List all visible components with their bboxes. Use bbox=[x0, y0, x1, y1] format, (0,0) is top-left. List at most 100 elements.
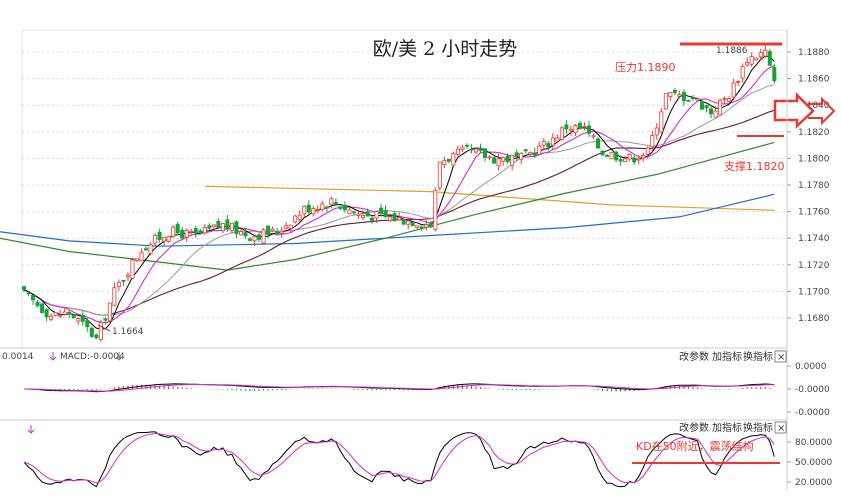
candle-body bbox=[469, 148, 474, 151]
macd-switch-indicator-button[interactable]: 换指标 bbox=[743, 350, 773, 363]
price-tick-label: 1.1680 bbox=[798, 314, 830, 324]
candle-body bbox=[266, 225, 271, 235]
candle-body bbox=[672, 89, 677, 94]
candle-body bbox=[541, 141, 546, 146]
candle-body bbox=[49, 315, 54, 320]
candle-body bbox=[234, 221, 239, 234]
candle-body bbox=[103, 318, 108, 321]
kd-note: KD在50附近，震荡结构 bbox=[636, 439, 754, 453]
candle-body bbox=[632, 157, 637, 163]
candle-body bbox=[713, 110, 718, 118]
kd-tick-label: 50.0000 bbox=[795, 458, 832, 468]
candle-body bbox=[220, 223, 225, 232]
candle-body bbox=[356, 213, 361, 216]
candle-body bbox=[537, 145, 542, 155]
candle-body bbox=[293, 215, 298, 223]
kd-down-arrow-icon bbox=[27, 425, 35, 434]
candle-body bbox=[351, 211, 356, 214]
price-tick-label: 1.1860 bbox=[798, 75, 830, 85]
candle-body bbox=[89, 327, 94, 337]
candle-body bbox=[600, 150, 605, 156]
candle-body bbox=[125, 274, 130, 278]
candle-body bbox=[749, 56, 754, 65]
ma5-line bbox=[23, 55, 775, 330]
candle-body bbox=[157, 231, 162, 240]
candle-body bbox=[767, 51, 772, 66]
macd-tick-label: -0.0000 bbox=[795, 408, 830, 418]
candle-body bbox=[442, 160, 447, 166]
candle-body bbox=[311, 208, 316, 215]
candle-body bbox=[505, 155, 510, 163]
candle-body bbox=[754, 57, 759, 61]
support-label: 支撑1.1820 bbox=[724, 159, 785, 173]
candle-body bbox=[180, 229, 185, 239]
macd-down-arrow-icon bbox=[49, 352, 57, 361]
candle-body bbox=[446, 158, 451, 162]
price-panel: 欧/美 2 小时走势 1.18801.18601.18401.18201.180… bbox=[0, 29, 836, 349]
candle-body bbox=[501, 157, 506, 162]
candle-body bbox=[53, 312, 58, 316]
macd-tick-label: 0.0000 bbox=[795, 362, 827, 372]
candle-body bbox=[324, 206, 329, 209]
macd-tick-label: -0.0000 bbox=[795, 385, 830, 395]
candle-body bbox=[731, 82, 736, 98]
kd-add-indicator-button[interactable]: 加指标 bbox=[712, 421, 742, 434]
candle-body bbox=[690, 97, 695, 100]
candle-body bbox=[347, 209, 352, 215]
candle-body bbox=[388, 216, 393, 221]
candle-body bbox=[433, 190, 438, 230]
candle-body bbox=[189, 230, 194, 233]
eurusd-chart: 欧/美 2 小时走势 1.18801.18601.18401.18201.180… bbox=[0, 29, 836, 490]
candle-body bbox=[26, 292, 31, 295]
candle-body bbox=[320, 203, 325, 211]
candle-body bbox=[225, 219, 230, 230]
candle-body bbox=[510, 154, 515, 166]
candle-body bbox=[568, 129, 573, 132]
candle-body bbox=[550, 137, 555, 146]
red-arrow-icon bbox=[773, 91, 815, 129]
candle-body bbox=[591, 135, 596, 138]
candle-body bbox=[315, 209, 320, 211]
candle-body bbox=[514, 152, 519, 157]
candle-body bbox=[71, 314, 76, 319]
candle-body bbox=[564, 124, 569, 130]
candle-body bbox=[333, 202, 338, 205]
candle-body bbox=[243, 232, 248, 237]
macd-change-params-button[interactable]: 改参数 bbox=[679, 350, 709, 363]
macd-y-axis: 0.0000 -0.0000 -0.0000 bbox=[787, 362, 830, 418]
price-tick-label: 1.1720 bbox=[798, 261, 830, 271]
kd-y-axis: 80.0000 50.0000 20.0000 bbox=[787, 438, 832, 488]
candle-body bbox=[329, 198, 334, 205]
candle-body bbox=[415, 225, 420, 228]
candle-body bbox=[58, 314, 63, 317]
candle-body bbox=[365, 211, 370, 217]
candle-body bbox=[211, 224, 216, 228]
kd-change-params-button[interactable]: 改参数 bbox=[679, 421, 709, 434]
macd-add-indicator-button[interactable]: 加指标 bbox=[712, 350, 742, 363]
candle-body bbox=[424, 224, 429, 228]
candle-body bbox=[21, 286, 26, 291]
candle-body bbox=[677, 94, 682, 97]
macd-header-macd: MACD:-0.0004 bbox=[60, 352, 125, 362]
candle-body bbox=[704, 105, 709, 109]
candle-body bbox=[654, 127, 659, 136]
kd-tick-label: 20.0000 bbox=[795, 478, 832, 488]
candle-body bbox=[379, 207, 384, 214]
candle-body bbox=[112, 287, 117, 306]
resistance-label: 压力1.1890 bbox=[615, 61, 676, 74]
candle-body bbox=[247, 238, 252, 241]
candle-body bbox=[587, 125, 592, 134]
candle-body bbox=[722, 98, 727, 100]
candle-body bbox=[130, 259, 135, 279]
candle-body bbox=[275, 231, 280, 235]
macd-panel: 0.0014 MACD:-0.0004 改参数 加指标 换指标 × 0.0000… bbox=[0, 347, 830, 418]
candle-body bbox=[229, 222, 234, 231]
candle-body bbox=[451, 153, 456, 166]
candle-body bbox=[148, 244, 153, 254]
candle-body bbox=[360, 214, 365, 219]
candle-body bbox=[559, 127, 564, 140]
ma_long-line bbox=[204, 185, 775, 211]
candle-body bbox=[686, 99, 691, 102]
candle-body bbox=[31, 295, 36, 301]
kd-switch-indicator-button[interactable]: 换指标 bbox=[743, 421, 773, 434]
